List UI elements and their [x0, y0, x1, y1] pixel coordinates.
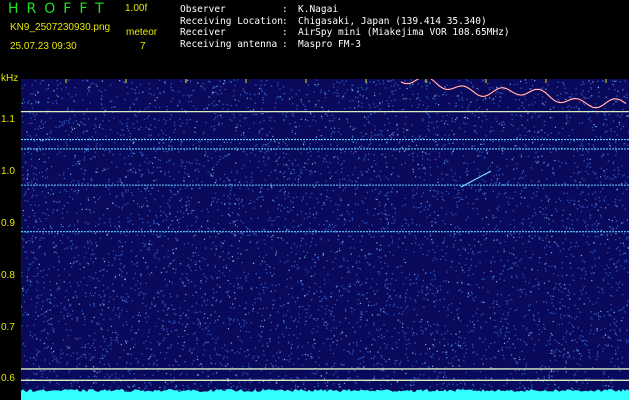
info-key: Receiver [180, 27, 226, 38]
y-tick-label: 1.1 [1, 114, 15, 126]
meteor-label: meteor [126, 27, 158, 38]
app-logo: HROFFT [8, 1, 112, 17]
hrofft-window: HROFFT 1.00f KN9_2507230930.png 25.07.23… [0, 0, 629, 400]
info-value: AirSpy mini (Miakejima VOR 108.65MHz) [298, 27, 510, 38]
info-value: Chigasaki, Japan (139.414 35.340) [298, 15, 487, 27]
y-tick-label: 0.8 [1, 269, 15, 281]
info-value: K.Nagai [298, 4, 339, 15]
info-colon: : [282, 4, 288, 15]
y-axis-unit: kHz [1, 73, 19, 84]
y-tick-label: 1.0 [1, 166, 15, 178]
meteor-count: 7 [140, 41, 146, 52]
info-key: Receiving Location [180, 15, 283, 27]
info-value: Maspro FM-3 [298, 38, 361, 50]
y-tick-label: 0.7 [1, 321, 15, 333]
info-row-observer: Observer: K.Nagai [180, 4, 510, 16]
file-name: KN9_2507230930.png [10, 22, 111, 33]
info-key: Observer [180, 4, 226, 15]
y-tick-label: 0.6 [1, 373, 15, 385]
noise-speckle [21, 79, 629, 400]
info-row-receiver: Receiver: AirSpy mini (Miakejima VOR 108.… [180, 27, 510, 39]
noise-floor-band [21, 389, 629, 400]
info-row-antenna: Receiving antenna: Maspro FM-3 [180, 39, 510, 51]
info-colon: : [282, 15, 288, 27]
info-row-location: Receiving Location: Chigasaki, Japan (139… [180, 16, 510, 28]
spectrogram-plot [21, 79, 629, 400]
y-tick-label: 0.9 [1, 217, 15, 229]
doppler-trace-core [400, 79, 627, 109]
info-key: Receiving antenna [180, 38, 278, 50]
info-colon: : [282, 38, 288, 50]
header-panel: HROFFT 1.00f KN9_2507230930.png 25.07.23… [0, 0, 629, 78]
date-time: 25.07.23 09:30 [10, 41, 77, 52]
station-info: Observer: K.Nagai Receiving Location: Chig… [180, 4, 510, 50]
spectrogram-svg [21, 79, 629, 400]
version-label: 1.00f [125, 3, 148, 14]
doppler-trace [400, 79, 627, 109]
info-colon: : [282, 27, 288, 38]
